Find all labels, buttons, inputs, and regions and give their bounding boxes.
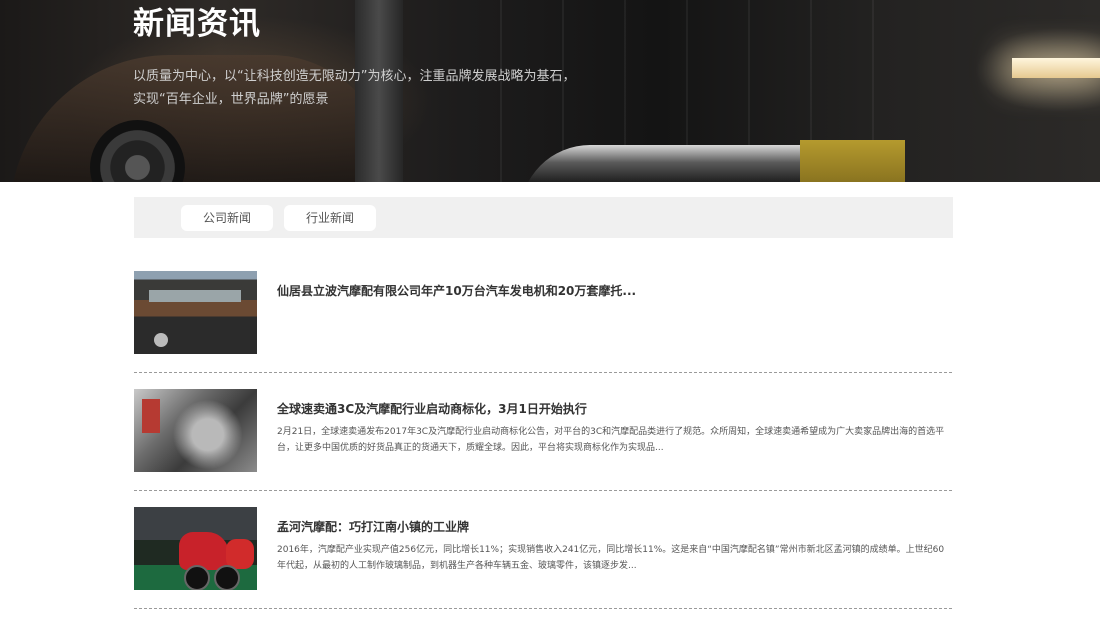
tab-company-news[interactable]: 公司新闻 (181, 205, 274, 231)
news-title[interactable]: 孟河汽摩配：巧打江南小镇的工业牌 (277, 518, 469, 535)
tab-industry-news[interactable]: 行业新闻 (284, 205, 377, 231)
thumbnail-detail (149, 290, 241, 302)
banner-text: 新闻资讯 以质量为中心，以“让科技创造无限动力”为核心，注重品牌发展战略为基石，… (133, 0, 575, 111)
page-title: 新闻资讯 (133, 6, 261, 42)
thumbnail-detail (154, 333, 168, 347)
banner-description-line-1: 以质量为中心，以“让科技创造无限动力”为核心，注重品牌发展战略为基石， (133, 69, 576, 84)
banner-lamp-image (1012, 58, 1100, 78)
news-title[interactable]: 仙居县立波汽摩配有限公司年产10万台汽车发电机和20万套摩托... (277, 282, 636, 299)
thumbnail-detail (179, 532, 229, 570)
thumbnail-detail (184, 565, 210, 590)
thumbnail-detail (214, 565, 240, 590)
banner-description: 以质量为中心，以“让科技创造无限动力”为核心，注重品牌发展战略为基石， 实现“百… (133, 65, 575, 111)
thumbnail-detail (142, 399, 160, 433)
news-summary: 2月21日，全球速卖通发布2017年3C及汽摩配行业启动商标化公告，对平台的3C… (277, 427, 945, 453)
banner-crate-image (800, 140, 905, 182)
category-tab-bar: 公司新闻 行业新闻 (134, 197, 953, 238)
news-thumbnail-motorcycles[interactable] (134, 507, 257, 590)
news-thumbnail-car-interior[interactable] (134, 271, 257, 354)
news-item[interactable]: 仙居县立波汽摩配有限公司年产10万台汽车发电机和20万套摩托... (134, 255, 952, 373)
banner-description-line-2: 实现“百年企业，世界品牌”的愿景 (133, 92, 329, 107)
news-list: 仙居县立波汽摩配有限公司年产10万台汽车发电机和20万套摩托... 全球速卖通3… (134, 255, 952, 609)
news-summary: 2016年，汽摩配产业实现产值256亿元，同比增长11%；实现销售收入241亿元… (277, 545, 945, 571)
news-title[interactable]: 全球速卖通3C及汽摩配行业启动商标化，3月1日开始执行 (277, 400, 587, 417)
news-item[interactable]: 孟河汽摩配：巧打江南小镇的工业牌 2016年，汽摩配产业实现产值256亿元，同比… (134, 491, 952, 609)
news-thumbnail-engine[interactable] (134, 389, 257, 472)
hero-banner: 新闻资讯 以质量为中心，以“让科技创造无限动力”为核心，注重品牌发展战略为基石，… (0, 0, 1100, 182)
news-item[interactable]: 全球速卖通3C及汽摩配行业启动商标化，3月1日开始执行 2月21日，全球速卖通发… (134, 373, 952, 491)
